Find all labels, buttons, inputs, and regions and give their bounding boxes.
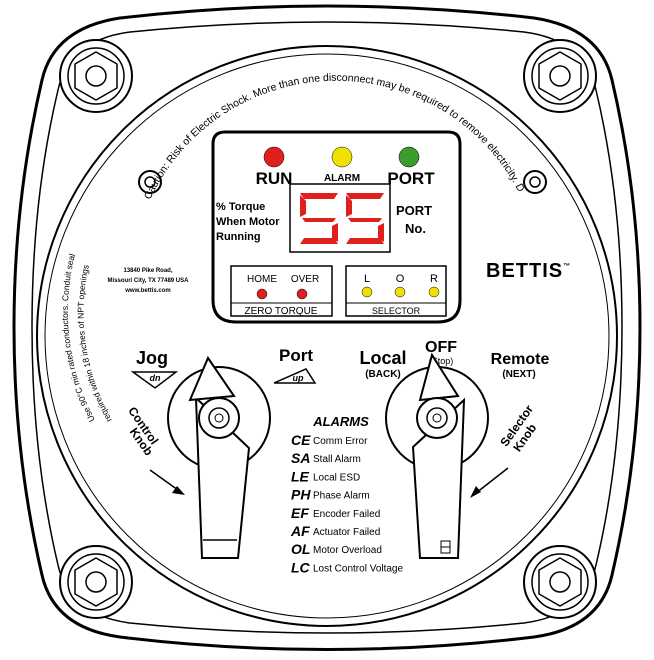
remote-label: Remote — [491, 351, 550, 368]
alarm-description: Lost Control Voltage — [313, 563, 403, 574]
alarm-code: AF — [290, 523, 310, 539]
alarm-description: Comm Error — [313, 436, 368, 447]
brand-name: BETTIS — [486, 260, 563, 282]
alarm-code: SA — [291, 450, 310, 466]
alarm-description: Stall Alarm — [313, 454, 361, 465]
port-no-label-1: PORT — [396, 203, 432, 218]
corner-bolt-top-left — [59, 39, 133, 113]
selector-r-label: R — [430, 273, 438, 285]
alarm-description: Encoder Failed — [313, 509, 380, 520]
brand-tm: ™ — [563, 263, 571, 270]
actuator-control-panel: Caution: Risk of Electric Shock. More th… — [0, 0, 654, 655]
alarm-description: Phase Alarm — [313, 491, 370, 502]
jog-label: Jog — [136, 348, 168, 368]
torque-label-2: When Motor — [216, 216, 280, 228]
port-up-label: Port — [279, 346, 313, 365]
address-line-2: Missouri City, TX 77489 USA — [108, 278, 190, 284]
selector-r-led — [428, 286, 440, 298]
home-label: HOME — [247, 274, 277, 285]
run-label: RUN — [256, 169, 293, 188]
alarm-description: Motor Overload — [313, 545, 382, 556]
corner-bolt-bottom-left — [59, 545, 133, 619]
next-label: (NEXT) — [502, 369, 535, 380]
over-label: OVER — [291, 274, 319, 285]
alarm-code: OL — [291, 541, 310, 557]
alarm-code: PH — [291, 487, 311, 503]
torque-label-1: % Torque — [216, 201, 265, 213]
torque-label-3: Running — [216, 231, 261, 243]
selector-panel-label: SELECTOR — [372, 306, 421, 316]
run-indicator-light — [263, 146, 285, 168]
back-label: (BACK) — [365, 369, 401, 380]
alarm-description: Actuator Failed — [313, 527, 380, 538]
alarm-description: Local ESD — [313, 472, 360, 483]
alarm-code: CE — [291, 432, 311, 448]
port-indicator-light — [398, 146, 420, 168]
alarm-code: LE — [291, 468, 310, 484]
selector-l-led — [361, 286, 373, 298]
alarm-code: LC — [291, 559, 311, 575]
port-no-label-2: No. — [405, 221, 426, 236]
alarm-label: ALARM — [324, 173, 360, 184]
dn-label: dn — [150, 373, 161, 383]
up-label: up — [293, 373, 304, 383]
address-line-1: 13840 Pike Road, — [123, 268, 172, 274]
home-led — [256, 288, 268, 300]
alarm-indicator-light — [331, 146, 353, 168]
local-label: Local — [359, 348, 406, 368]
selector-l-label: L — [364, 273, 370, 285]
side-screw-right — [523, 170, 547, 194]
zero-torque-label: ZERO TORQUE — [245, 306, 318, 317]
port-label: PORT — [387, 169, 435, 188]
bettis-logo: BETTIS™ — [486, 260, 571, 282]
address-line-3: www.bettis.com — [124, 288, 170, 294]
corner-bolt-bottom-right — [523, 545, 597, 619]
off-label: OFF — [425, 339, 457, 356]
over-led — [296, 288, 308, 300]
alarms-title: ALARMS — [312, 414, 369, 429]
alarm-code: EF — [291, 505, 309, 521]
selector-o-led — [394, 286, 406, 298]
selector-o-label: O — [396, 273, 405, 285]
corner-bolt-top-right — [523, 39, 597, 113]
